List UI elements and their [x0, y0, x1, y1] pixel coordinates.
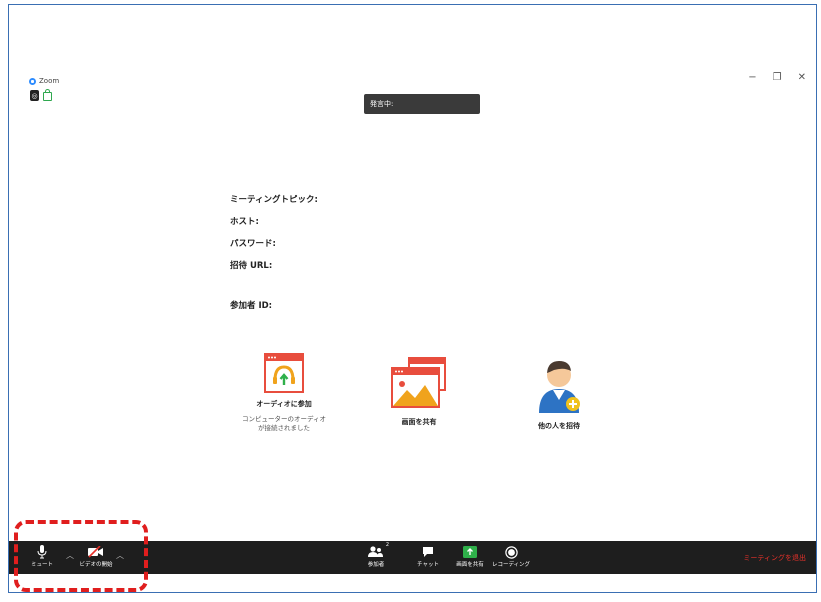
- meeting-actions: オーディオに参加 コンピューターのオーディオが接続されました 画面を共有 他の人…: [209, 353, 629, 473]
- mute-label: ミュート: [30, 562, 53, 568]
- meeting-info: ミーティングトピック: ホスト: パスワード: 招待 URL: 参加者 ID:: [230, 193, 318, 321]
- join-audio-label: オーディオに参加: [256, 400, 312, 408]
- minimize-button[interactable]: −: [748, 72, 756, 83]
- chat-button[interactable]: チャット: [413, 544, 443, 568]
- recording-label: レコーディング: [491, 562, 531, 568]
- join-audio-icon: [264, 353, 304, 393]
- share-screen-action[interactable]: 画面を共有: [379, 353, 459, 427]
- app-name: Zoom: [39, 77, 60, 85]
- recording-button[interactable]: レコーディング: [491, 544, 531, 568]
- meeting-info-icon[interactable]: ◎: [30, 90, 39, 101]
- invite-others-action[interactable]: 他の人を招待: [519, 353, 599, 431]
- start-video-label: ビデオの開始: [79, 562, 113, 568]
- host-label: ホスト:: [230, 217, 259, 227]
- share-screen-button[interactable]: 画面を共有: [452, 544, 488, 568]
- record-icon: [504, 545, 518, 559]
- share-screen-toolbar-icon: [463, 546, 477, 558]
- invite-others-label: 他の人を招待: [538, 422, 580, 430]
- window-controls: − ❐ ✕: [748, 72, 806, 83]
- meeting-status: ◎: [30, 89, 52, 101]
- meeting-toolbar: ミュート ︿ ビデオの開始 ︿ 2 参加者 チャット 画面を共有 レコーディング…: [9, 541, 816, 574]
- participants-label: 参加者: [367, 562, 385, 568]
- share-screen-icon: [391, 357, 446, 408]
- share-screen-label: 画面を共有: [401, 418, 437, 426]
- end-meeting-button[interactable]: ミーティングを退出: [743, 553, 806, 563]
- participants-icon: [368, 546, 383, 557]
- close-button[interactable]: ✕: [798, 72, 806, 83]
- mute-button[interactable]: ミュート: [27, 544, 57, 568]
- audio-options-chevron-icon[interactable]: ︿: [66, 550, 74, 561]
- zoom-logo-icon: [29, 77, 36, 85]
- share-screen-toolbar-label: 画面を共有: [456, 562, 484, 568]
- password-label: パスワード:: [230, 239, 276, 249]
- start-video-button[interactable]: ビデオの開始: [75, 544, 117, 568]
- participants-button[interactable]: 2 参加者: [361, 542, 391, 568]
- chat-icon: [423, 547, 433, 557]
- join-audio-button[interactable]: オーディオに参加 コンピューターのオーディオが接続されました: [239, 353, 329, 433]
- zoom-window: Zoom − ❐ ✕ ◎ 発言中: ミーティングトピック: ホスト: パスワード…: [8, 4, 817, 593]
- title-bar: Zoom: [29, 74, 59, 88]
- invite-user-icon: [539, 361, 580, 413]
- microphone-icon: [37, 545, 47, 559]
- video-off-icon: [88, 546, 103, 558]
- video-options-chevron-icon[interactable]: ︿: [116, 550, 124, 561]
- lock-icon[interactable]: [43, 89, 52, 101]
- participants-count: 2: [385, 542, 389, 548]
- invite-url-label: 招待 URL:: [230, 261, 273, 271]
- topic-label: ミーティングトピック:: [230, 195, 318, 205]
- join-audio-status: コンピューターのオーディオが接続されました: [241, 415, 327, 432]
- restore-button[interactable]: ❐: [773, 72, 782, 83]
- participant-id-label: 参加者 ID:: [230, 301, 273, 311]
- speaking-label: 発言中:: [370, 100, 394, 108]
- speaking-indicator: 発言中:: [364, 94, 480, 114]
- chat-label: チャット: [417, 562, 439, 568]
